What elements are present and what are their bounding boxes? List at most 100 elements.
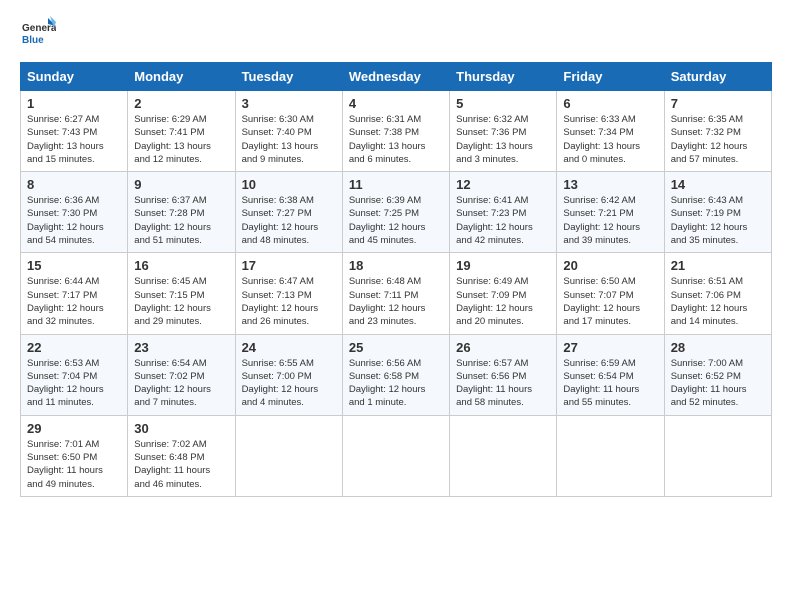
- day-number: 30: [134, 421, 228, 436]
- calendar-cell: 20 Sunrise: 6:50 AM Sunset: 7:07 PM Dayli…: [557, 253, 664, 334]
- day-detail: Sunrise: 6:55 AM Sunset: 7:00 PM Dayligh…: [242, 357, 336, 410]
- day-number: 6: [563, 96, 657, 111]
- day-number: 28: [671, 340, 765, 355]
- calendar-cell: 24 Sunrise: 6:55 AM Sunset: 7:00 PM Dayli…: [235, 334, 342, 415]
- day-number: 23: [134, 340, 228, 355]
- day-number: 14: [671, 177, 765, 192]
- day-detail: Sunrise: 6:41 AM Sunset: 7:23 PM Dayligh…: [456, 194, 550, 247]
- calendar-cell: 9 Sunrise: 6:37 AM Sunset: 7:28 PM Daylig…: [128, 172, 235, 253]
- calendar-cell: 12 Sunrise: 6:41 AM Sunset: 7:23 PM Dayli…: [450, 172, 557, 253]
- logo-shape: General Blue: [20, 16, 60, 52]
- calendar-cell: 28 Sunrise: 7:00 AM Sunset: 6:52 PM Dayli…: [664, 334, 771, 415]
- day-number: 12: [456, 177, 550, 192]
- calendar-cell: 21 Sunrise: 6:51 AM Sunset: 7:06 PM Dayli…: [664, 253, 771, 334]
- day-number: 7: [671, 96, 765, 111]
- page-header: General Blue: [20, 16, 772, 52]
- calendar-week-row: 15Sunrise: 6:44 AM Sunset: 7:17 PM Dayli…: [21, 253, 772, 334]
- day-detail: Sunrise: 6:33 AM Sunset: 7:34 PM Dayligh…: [563, 113, 657, 166]
- day-number: 2: [134, 96, 228, 111]
- day-number: 3: [242, 96, 336, 111]
- calendar-cell: 10 Sunrise: 6:38 AM Sunset: 7:27 PM Dayli…: [235, 172, 342, 253]
- calendar-week-row: 1 Sunrise: 6:27 AM Sunset: 7:43 PM Daylig…: [21, 91, 772, 172]
- calendar-cell: 15Sunrise: 6:44 AM Sunset: 7:17 PM Dayli…: [21, 253, 128, 334]
- calendar-cell: 7Sunrise: 6:35 AM Sunset: 7:32 PM Daylig…: [664, 91, 771, 172]
- day-header-thursday: Thursday: [450, 63, 557, 91]
- calendar-week-row: 8 Sunrise: 6:36 AM Sunset: 7:30 PM Daylig…: [21, 172, 772, 253]
- calendar-cell: 1 Sunrise: 6:27 AM Sunset: 7:43 PM Daylig…: [21, 91, 128, 172]
- day-header-wednesday: Wednesday: [342, 63, 449, 91]
- day-number: 17: [242, 258, 336, 273]
- calendar-cell: [342, 415, 449, 496]
- calendar-cell: 14 Sunrise: 6:43 AM Sunset: 7:19 PM Dayli…: [664, 172, 771, 253]
- day-detail: Sunrise: 6:37 AM Sunset: 7:28 PM Dayligh…: [134, 194, 228, 247]
- calendar-cell: 11Sunrise: 6:39 AM Sunset: 7:25 PM Dayli…: [342, 172, 449, 253]
- day-header-tuesday: Tuesday: [235, 63, 342, 91]
- day-detail: Sunrise: 6:39 AM Sunset: 7:25 PM Dayligh…: [349, 194, 443, 247]
- day-detail: Sunrise: 6:48 AM Sunset: 7:11 PM Dayligh…: [349, 275, 443, 328]
- calendar-cell: 19 Sunrise: 6:49 AM Sunset: 7:09 PM Dayli…: [450, 253, 557, 334]
- calendar-cell: 3 Sunrise: 6:30 AM Sunset: 7:40 PM Daylig…: [235, 91, 342, 172]
- day-detail: Sunrise: 6:30 AM Sunset: 7:40 PM Dayligh…: [242, 113, 336, 166]
- calendar-cell: 6 Sunrise: 6:33 AM Sunset: 7:34 PM Daylig…: [557, 91, 664, 172]
- day-detail: Sunrise: 6:50 AM Sunset: 7:07 PM Dayligh…: [563, 275, 657, 328]
- day-detail: Sunrise: 6:57 AM Sunset: 6:56 PM Dayligh…: [456, 357, 550, 410]
- day-header-sunday: Sunday: [21, 63, 128, 91]
- calendar-week-row: 29 Sunrise: 7:01 AM Sunset: 6:50 PM Dayli…: [21, 415, 772, 496]
- calendar-cell: 8 Sunrise: 6:36 AM Sunset: 7:30 PM Daylig…: [21, 172, 128, 253]
- calendar-header-row: SundayMondayTuesdayWednesdayThursdayFrid…: [21, 63, 772, 91]
- day-detail: Sunrise: 6:32 AM Sunset: 7:36 PM Dayligh…: [456, 113, 550, 166]
- calendar-cell: 23 Sunrise: 6:54 AM Sunset: 7:02 PM Dayli…: [128, 334, 235, 415]
- day-number: 9: [134, 177, 228, 192]
- day-number: 4: [349, 96, 443, 111]
- day-number: 24: [242, 340, 336, 355]
- day-number: 10: [242, 177, 336, 192]
- calendar-cell: 13 Sunrise: 6:42 AM Sunset: 7:21 PM Dayli…: [557, 172, 664, 253]
- day-number: 27: [563, 340, 657, 355]
- day-detail: Sunrise: 6:42 AM Sunset: 7:21 PM Dayligh…: [563, 194, 657, 247]
- day-detail: Sunrise: 7:02 AM Sunset: 6:48 PM Dayligh…: [134, 438, 228, 491]
- day-number: 21: [671, 258, 765, 273]
- calendar-cell: 26 Sunrise: 6:57 AM Sunset: 6:56 PM Dayli…: [450, 334, 557, 415]
- calendar-cell: 30 Sunrise: 7:02 AM Sunset: 6:48 PM Dayli…: [128, 415, 235, 496]
- calendar-cell: 2Sunrise: 6:29 AM Sunset: 7:41 PM Daylig…: [128, 91, 235, 172]
- calendar-cell: [557, 415, 664, 496]
- day-detail: Sunrise: 6:56 AM Sunset: 6:58 PM Dayligh…: [349, 357, 443, 410]
- calendar-cell: [450, 415, 557, 496]
- day-number: 29: [27, 421, 121, 436]
- day-detail: Sunrise: 6:45 AM Sunset: 7:15 PM Dayligh…: [134, 275, 228, 328]
- day-number: 19: [456, 258, 550, 273]
- day-detail: Sunrise: 6:36 AM Sunset: 7:30 PM Dayligh…: [27, 194, 121, 247]
- calendar-cell: 4Sunrise: 6:31 AM Sunset: 7:38 PM Daylig…: [342, 91, 449, 172]
- day-number: 5: [456, 96, 550, 111]
- day-detail: Sunrise: 6:38 AM Sunset: 7:27 PM Dayligh…: [242, 194, 336, 247]
- day-detail: Sunrise: 7:01 AM Sunset: 6:50 PM Dayligh…: [27, 438, 121, 491]
- day-number: 13: [563, 177, 657, 192]
- day-detail: Sunrise: 7:00 AM Sunset: 6:52 PM Dayligh…: [671, 357, 765, 410]
- calendar-cell: 29 Sunrise: 7:01 AM Sunset: 6:50 PM Dayli…: [21, 415, 128, 496]
- day-detail: Sunrise: 6:27 AM Sunset: 7:43 PM Dayligh…: [27, 113, 121, 166]
- day-detail: Sunrise: 6:44 AM Sunset: 7:17 PM Dayligh…: [27, 275, 121, 328]
- logo: General Blue: [20, 16, 60, 52]
- day-number: 25: [349, 340, 443, 355]
- day-number: 16: [134, 258, 228, 273]
- day-number: 8: [27, 177, 121, 192]
- calendar-cell: 27 Sunrise: 6:59 AM Sunset: 6:54 PM Dayli…: [557, 334, 664, 415]
- day-detail: Sunrise: 6:51 AM Sunset: 7:06 PM Dayligh…: [671, 275, 765, 328]
- calendar-table: SundayMondayTuesdayWednesdayThursdayFrid…: [20, 62, 772, 497]
- calendar-cell: 22Sunrise: 6:53 AM Sunset: 7:04 PM Dayli…: [21, 334, 128, 415]
- day-detail: Sunrise: 6:43 AM Sunset: 7:19 PM Dayligh…: [671, 194, 765, 247]
- day-header-friday: Friday: [557, 63, 664, 91]
- day-number: 26: [456, 340, 550, 355]
- day-detail: Sunrise: 6:54 AM Sunset: 7:02 PM Dayligh…: [134, 357, 228, 410]
- day-header-saturday: Saturday: [664, 63, 771, 91]
- calendar-cell: [235, 415, 342, 496]
- day-detail: Sunrise: 6:59 AM Sunset: 6:54 PM Dayligh…: [563, 357, 657, 410]
- calendar-cell: 17Sunrise: 6:47 AM Sunset: 7:13 PM Dayli…: [235, 253, 342, 334]
- svg-text:Blue: Blue: [22, 35, 44, 46]
- day-number: 22: [27, 340, 121, 355]
- day-detail: Sunrise: 6:49 AM Sunset: 7:09 PM Dayligh…: [456, 275, 550, 328]
- day-number: 20: [563, 258, 657, 273]
- calendar-cell: 25 Sunrise: 6:56 AM Sunset: 6:58 PM Dayli…: [342, 334, 449, 415]
- day-number: 1: [27, 96, 121, 111]
- calendar-cell: 18Sunrise: 6:48 AM Sunset: 7:11 PM Dayli…: [342, 253, 449, 334]
